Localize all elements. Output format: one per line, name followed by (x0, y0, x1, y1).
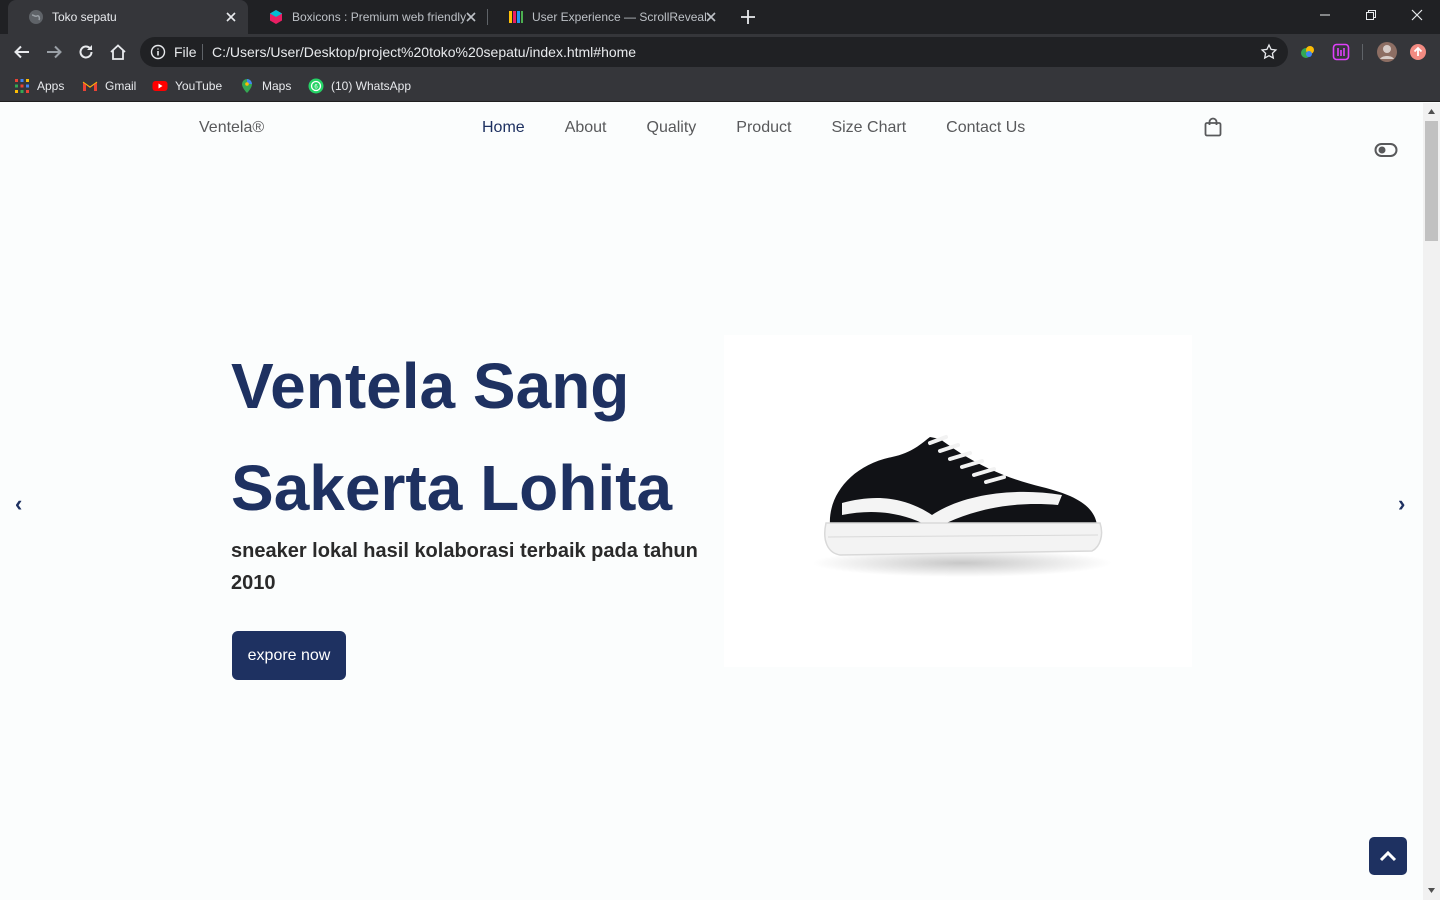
site-logo[interactable]: Ventela® (199, 119, 264, 137)
info-icon[interactable] (150, 44, 166, 60)
update-icon[interactable] (1409, 43, 1427, 61)
restore-icon (1366, 10, 1376, 20)
close-tab-icon[interactable] (704, 10, 718, 24)
bookmark-gmail[interactable]: Gmail (82, 76, 136, 96)
bookmark-label: (10) WhatsApp (331, 79, 412, 93)
hero-title-line-1: Ventela Sang (231, 350, 630, 422)
scroll-down-arrow-icon[interactable] (1427, 886, 1436, 895)
omnibox-divider (202, 44, 203, 60)
maps-icon (242, 79, 252, 93)
product-image-card (724, 335, 1192, 667)
boxicons-icon (270, 10, 282, 24)
tab-title: User Experience — ScrollReveal (532, 10, 707, 24)
nav-contact-us[interactable]: Contact Us (946, 119, 1025, 137)
bookmark-star-icon[interactable] (1260, 43, 1278, 61)
tab-title: Boxicons : Premium web friendly (292, 10, 467, 24)
globe-icon (29, 10, 43, 24)
theme-toggle-icon[interactable] (1374, 142, 1398, 158)
forward-button[interactable] (42, 40, 66, 64)
chevron-up-icon (1379, 850, 1397, 862)
scroll-to-top-button[interactable] (1369, 837, 1407, 875)
minimize-button[interactable] (1302, 0, 1348, 30)
nav-home[interactable]: Home (482, 119, 525, 137)
bookmark-youtube[interactable]: YouTube (152, 76, 222, 96)
web-page: Ventela® Home About Quality Product Size… (0, 103, 1423, 900)
whatsapp-icon: 6 (308, 78, 324, 94)
shopping-bag-icon[interactable] (1204, 117, 1222, 137)
browser-toolbar: File C:/Users/User/Desktop/project%20tok… (0, 34, 1440, 70)
nav-size-chart[interactable]: Size Chart (831, 119, 906, 137)
extension-instagram-icon[interactable] (1332, 43, 1350, 61)
home-icon (110, 44, 126, 60)
bookmark-label: Gmail (105, 79, 137, 93)
reload-icon (79, 45, 93, 59)
carousel-next-button[interactable]: › (1398, 491, 1405, 517)
bookmark-label: Maps (262, 79, 292, 93)
nav-quality[interactable]: Quality (647, 119, 697, 137)
bookmark-apps[interactable]: Apps (14, 76, 64, 96)
browser-tabstrip: Toko sepatu Boxicons : Premium web frien… (0, 0, 1440, 34)
tab-boxicons[interactable]: Boxicons : Premium web friendly (248, 0, 488, 34)
sneaker-image (812, 435, 1112, 577)
apps-grid-icon (15, 79, 29, 93)
bookmark-label: Apps (37, 79, 65, 93)
hero-title: Ventela Sang Sakerta Lohita (231, 335, 711, 539)
page-scrollbar[interactable] (1423, 103, 1440, 900)
scheme-label: File (174, 44, 197, 60)
new-tab-icon[interactable] (738, 7, 758, 27)
nav-product[interactable]: Product (736, 119, 791, 137)
close-icon (1411, 9, 1423, 21)
bookmarks-bar: Apps Gmail YouTube Maps 6 (10) WhatsApp (0, 70, 1440, 102)
bookmark-maps[interactable]: Maps (239, 76, 291, 96)
profile-avatar-icon[interactable] (1376, 41, 1398, 63)
tab-title: Toko sepatu (52, 10, 117, 24)
bookmark-label: YouTube (175, 79, 223, 93)
scroll-up-arrow-icon[interactable] (1427, 107, 1436, 116)
carousel-prev-button[interactable]: ‹ (15, 491, 22, 517)
url-text[interactable]: C:/Users/User/Desktop/project%20toko%20s… (212, 44, 636, 60)
scrollreveal-icon (509, 11, 523, 23)
arrow-right-icon (47, 45, 62, 59)
tab-toko-sepatu[interactable]: Toko sepatu (8, 0, 248, 34)
hero-subtitle: sneaker lokal hasil kolaborasi terbaik p… (231, 540, 698, 594)
arrow-left-icon (14, 45, 29, 59)
bookmark-whatsapp[interactable]: 6 (10) WhatsApp (308, 76, 411, 96)
nav-about[interactable]: About (565, 119, 607, 137)
address-bar[interactable]: File C:/Users/User/Desktop/project%20tok… (140, 37, 1288, 67)
hero-title-line-2: Sakerta Lohita (231, 452, 673, 524)
tab-scrollreveal[interactable]: User Experience — ScrollReveal (488, 0, 728, 34)
home-button[interactable] (106, 40, 130, 64)
toolbar-divider (1362, 44, 1363, 60)
youtube-icon (152, 81, 168, 91)
extension-google-icon[interactable] (1299, 43, 1317, 61)
close-tab-icon[interactable] (464, 10, 478, 24)
gmail-icon (82, 81, 98, 91)
restore-button[interactable] (1348, 0, 1394, 30)
back-button[interactable] (10, 40, 34, 64)
minimize-icon (1320, 14, 1330, 16)
explore-now-button[interactable]: expore now (232, 631, 346, 680)
close-tab-icon[interactable] (224, 10, 238, 24)
reload-button[interactable] (74, 40, 98, 64)
scrollbar-thumb[interactable] (1425, 121, 1438, 241)
main-nav: Home About Quality Product Size Chart Co… (482, 119, 1065, 137)
close-window-button[interactable] (1394, 0, 1440, 30)
